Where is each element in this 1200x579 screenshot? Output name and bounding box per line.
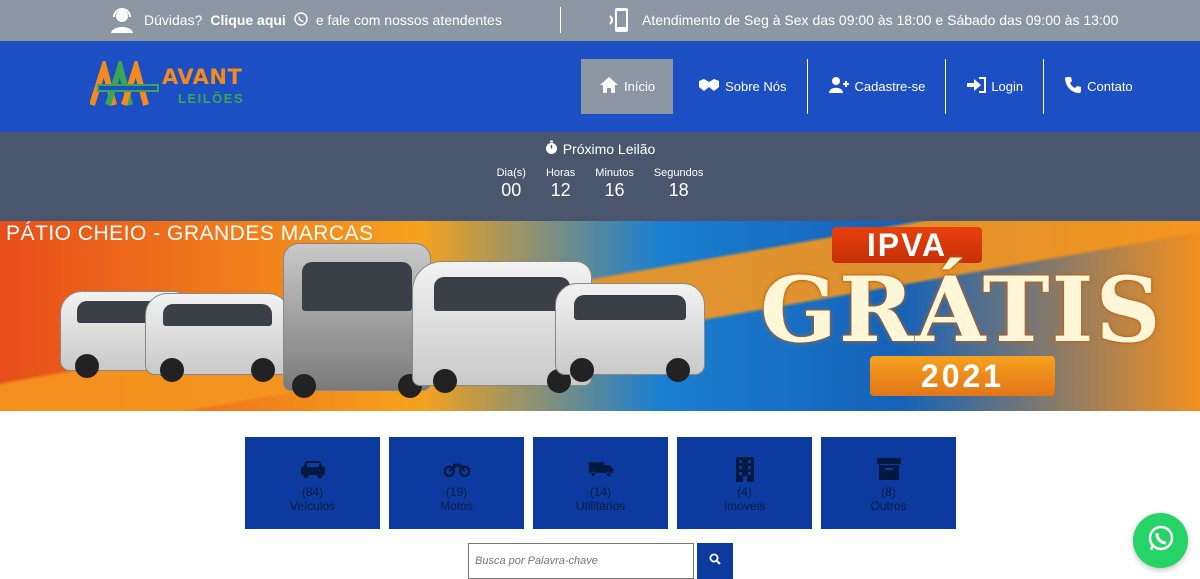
category-count: (8) [881, 485, 896, 499]
handshake-icon [698, 77, 720, 96]
search-icon [709, 552, 721, 570]
category-veiculos[interactable]: (84) Veículos [245, 437, 380, 529]
car-image [555, 283, 705, 382]
category-count: (4) [737, 485, 752, 499]
logo-brand-text: AVANT [162, 65, 243, 89]
menu-item-contato[interactable]: Contato [1043, 59, 1153, 114]
countdown-hours: Horas 12 [546, 167, 575, 201]
category-count: (19) [445, 485, 468, 499]
suv-image [283, 243, 431, 398]
login-icon [966, 77, 987, 96]
category-utilitarios[interactable]: (14) Utilitários [533, 437, 668, 529]
menu-item-login[interactable]: Login [945, 59, 1043, 114]
topbar-divider [560, 7, 561, 33]
building-icon [732, 457, 758, 482]
click-here-link[interactable]: Clique aqui [210, 12, 285, 28]
main-navbar: AVANT LEILÕES Início Sobre Nós Cadastre-… [0, 41, 1200, 132]
category-outros[interactable]: (8) Outros [821, 437, 956, 529]
whatsapp-icon [1146, 523, 1176, 558]
category-name: Imoveis [723, 499, 766, 513]
main-menu: Início Sobre Nós Cadastre-se Login Conta… [581, 59, 1153, 114]
category-name: Motos [440, 499, 473, 513]
countdown-days: Dia(s) 00 [497, 167, 526, 201]
motorcycle-icon [443, 457, 470, 481]
search-button[interactable] [697, 543, 733, 579]
countdown-units: Dia(s) 00 Horas 12 Minutos 16 Segundos 1… [0, 167, 1200, 201]
unit-label: Horas [545, 167, 576, 179]
stopwatch-icon [545, 140, 558, 158]
promo-gratis: GRÁTIS [760, 257, 1163, 363]
category-motos[interactable]: (19) Motos [389, 437, 524, 529]
next-auction-countdown: Próximo Leilão Dia(s) 00 Horas 12 Minuto… [0, 132, 1200, 221]
menu-label: Sobre Nós [725, 79, 787, 94]
user-plus-icon [828, 76, 850, 97]
phone-icon [1064, 76, 1082, 97]
car-icon [300, 457, 326, 481]
unit-value: 12 [550, 180, 571, 200]
box-icon [876, 457, 902, 481]
unit-label: Segundos [653, 167, 704, 179]
menu-label: Contato [1087, 79, 1133, 94]
category-count: (14) [589, 485, 612, 499]
countdown-seconds: Segundos 18 [654, 167, 704, 201]
category-imoveis[interactable]: (4) Imoveis [677, 437, 812, 529]
category-name: Veículos [289, 499, 336, 513]
menu-item-inicio[interactable]: Início [581, 59, 674, 114]
doubts-suffix: e fale com nossos atendentes [315, 12, 502, 28]
menu-item-cadastre-se[interactable]: Cadastre-se [806, 59, 946, 114]
menu-item-sobre-nos[interactable]: Sobre Nós [673, 59, 806, 114]
business-hours: Atendimento de Seg à Sex das 09:00 às 18… [606, 4, 1118, 36]
countdown-title-row: Próximo Leilão [0, 140, 1200, 158]
unit-value: 00 [501, 180, 522, 200]
support-agent-icon [108, 6, 136, 34]
logo-sub-text: LEILÕES [178, 91, 245, 106]
logo-mark-icon [90, 61, 159, 106]
menu-label: Cadastre-se [854, 79, 926, 94]
menu-label: Início [624, 79, 656, 94]
whatsapp-button[interactable] [1133, 513, 1188, 568]
car-image [145, 293, 290, 382]
top-info-bar: Dúvidas? Clique aqui e fale com nossos a… [0, 0, 1200, 41]
category-tiles: (84) Veículos (19) Motos (14) Utilitário… [245, 437, 956, 529]
search-input[interactable] [468, 543, 694, 579]
promo-banner[interactable]: PÁTIO CHEIO - GRANDES MARCAS IPVA GRÁTIS… [0, 221, 1200, 411]
home-icon [599, 76, 619, 97]
countdown-title: Próximo Leilão [562, 141, 656, 157]
category-name: Utilitários [575, 499, 626, 513]
doubts-prefix: Dúvidas? [144, 12, 203, 28]
unit-label: Minutos [595, 167, 634, 179]
menu-label: Login [991, 79, 1024, 94]
support-contact: Dúvidas? Clique aqui e fale com nossos a… [108, 4, 502, 36]
unit-value: 16 [604, 180, 625, 200]
truck-icon [588, 457, 614, 481]
whatsapp-small-icon [294, 11, 308, 29]
hours-text: Atendimento de Seg à Sex das 09:00 às 18… [642, 12, 1119, 28]
unit-label: Dia(s) [496, 167, 526, 179]
category-count: (84) [301, 485, 324, 499]
unit-value: 18 [668, 180, 689, 200]
mobile-phone-icon [606, 6, 634, 34]
avant-logo[interactable]: AVANT LEILÕES [90, 61, 265, 111]
category-name: Outros [870, 499, 907, 513]
promo-year: 2021 [870, 356, 1055, 396]
countdown-minutes: Minutos 16 [595, 167, 634, 201]
